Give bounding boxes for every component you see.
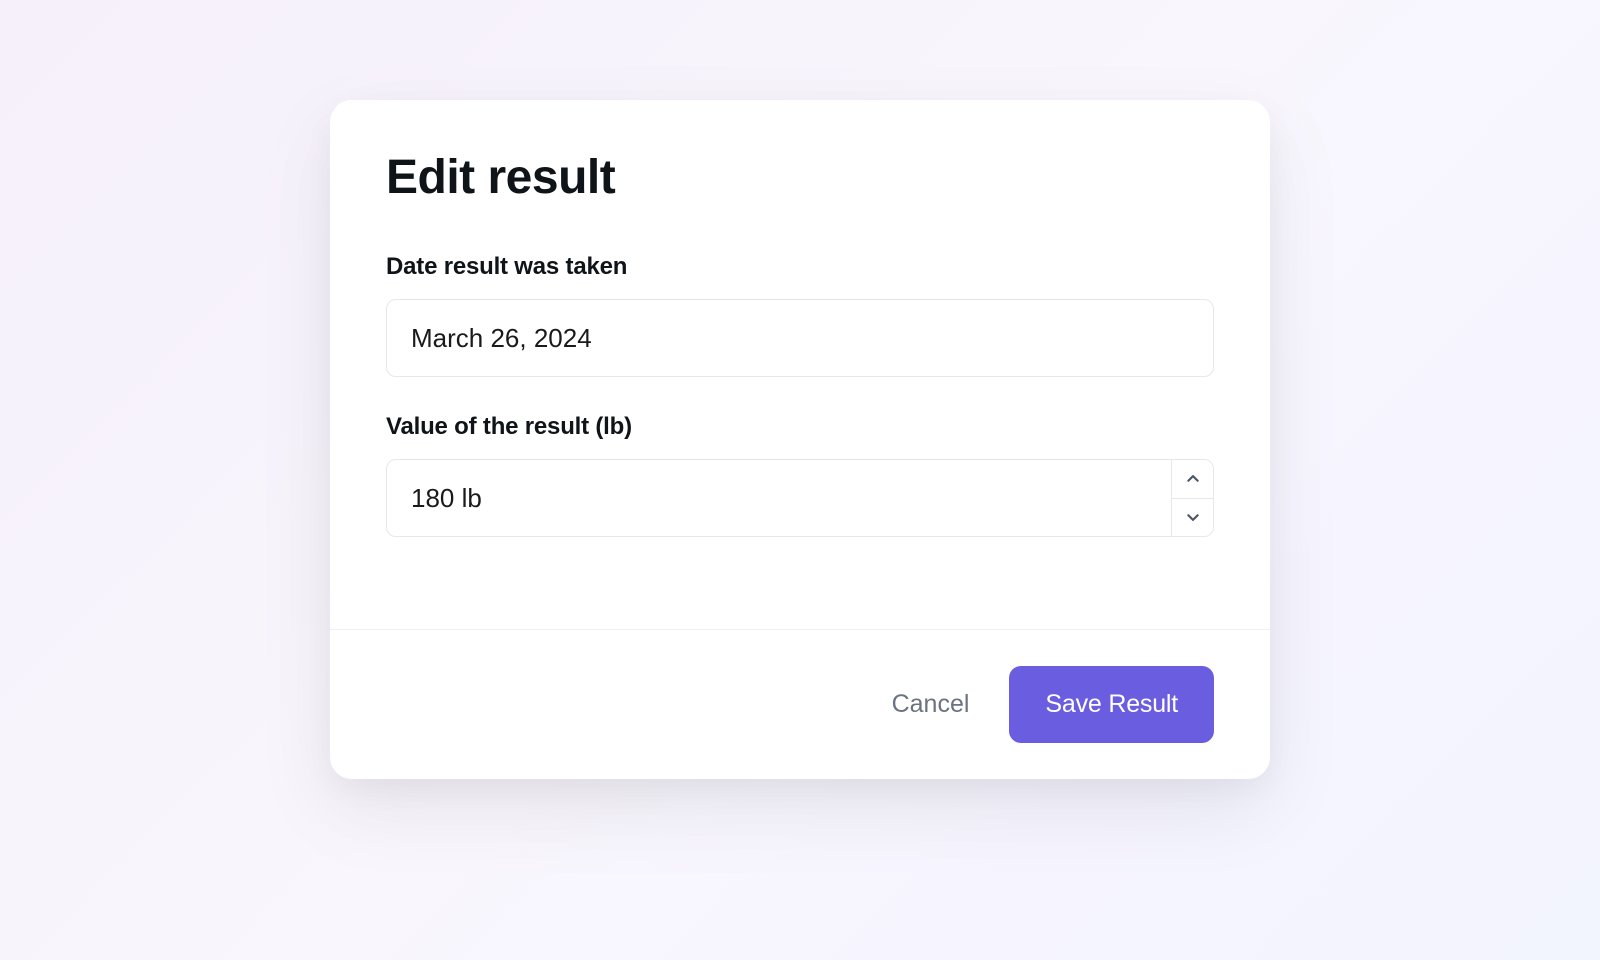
date-field-group: Date result was taken [386,253,1214,377]
value-stepper [386,459,1214,537]
modal-body: Edit result Date result was taken Value … [330,100,1270,629]
date-field-label: Date result was taken [386,253,1214,281]
date-input[interactable] [386,299,1214,377]
value-field-label: Value of the result (lb) [386,413,1214,441]
value-field-group: Value of the result (lb) [386,413,1214,537]
value-input[interactable] [387,460,1171,536]
stepper-down-button[interactable] [1172,499,1213,537]
chevron-down-icon [1186,510,1200,524]
stepper-controls [1171,460,1213,536]
edit-result-modal: Edit result Date result was taken Value … [330,100,1270,779]
stepper-up-button[interactable] [1172,460,1213,499]
cancel-button[interactable]: Cancel [880,676,982,733]
modal-footer: Cancel Save Result [330,629,1270,779]
save-result-button[interactable]: Save Result [1009,666,1214,743]
chevron-up-icon [1186,472,1200,486]
modal-title: Edit result [386,150,1214,205]
